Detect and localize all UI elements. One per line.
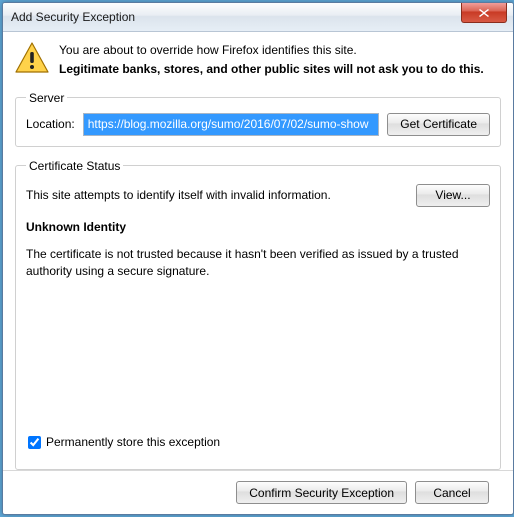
permanent-store-row: Permanently store this exception bbox=[28, 435, 490, 449]
certificate-status-legend: Certificate Status bbox=[26, 159, 123, 173]
server-fieldset: Server Location: Get Certificate bbox=[15, 91, 501, 147]
intro-line1: You are about to override how Firefox id… bbox=[59, 42, 484, 59]
dialog-window: Add Security Exception You are about to … bbox=[2, 2, 514, 515]
intro-line2: Legitimate banks, stores, and other publ… bbox=[59, 61, 484, 78]
permanent-store-checkbox[interactable] bbox=[28, 436, 41, 449]
close-icon bbox=[479, 9, 489, 17]
spacer bbox=[26, 281, 490, 427]
location-label: Location: bbox=[26, 117, 75, 131]
view-button[interactable]: View... bbox=[416, 184, 490, 207]
warning-icon bbox=[15, 42, 49, 79]
permanent-store-label[interactable]: Permanently store this exception bbox=[46, 435, 220, 449]
status-text: This site attempts to identify itself wi… bbox=[26, 188, 331, 202]
explain-text: The certificate is not trusted because i… bbox=[26, 246, 490, 281]
confirm-button[interactable]: Confirm Security Exception bbox=[236, 481, 407, 504]
intro-text: You are about to override how Firefox id… bbox=[59, 42, 484, 79]
window-title: Add Security Exception bbox=[11, 10, 135, 24]
cancel-button[interactable]: Cancel bbox=[415, 481, 489, 504]
dialog-body: You are about to override how Firefox id… bbox=[3, 32, 513, 514]
server-legend: Server bbox=[26, 91, 67, 105]
close-button[interactable] bbox=[461, 3, 507, 23]
titlebar: Add Security Exception bbox=[3, 3, 513, 32]
unknown-identity-heading: Unknown Identity bbox=[26, 220, 490, 234]
location-input[interactable] bbox=[83, 113, 380, 136]
certificate-status-fieldset: Certificate Status This site attempts to… bbox=[15, 159, 501, 470]
get-certificate-button[interactable]: Get Certificate bbox=[387, 113, 490, 136]
intro-row: You are about to override how Firefox id… bbox=[15, 42, 501, 79]
footer: Confirm Security Exception Cancel bbox=[15, 471, 501, 514]
